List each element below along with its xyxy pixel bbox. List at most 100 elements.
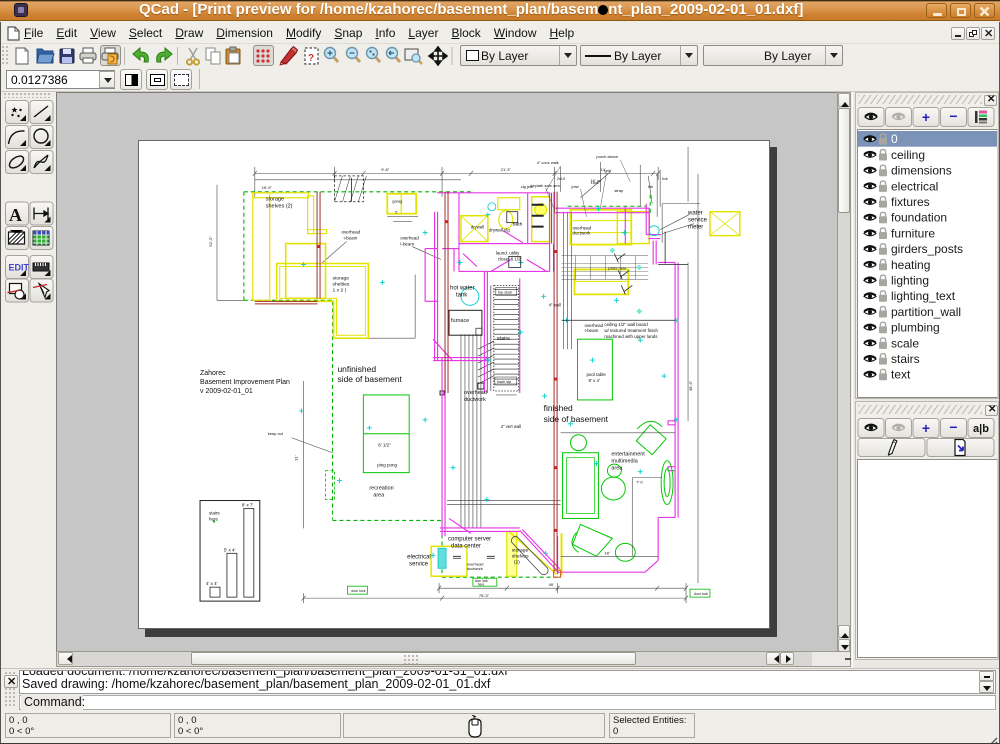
svg-text:ductwork: ductwork	[464, 397, 486, 403]
svg-text:joist: joist	[571, 184, 580, 189]
svg-text:finished: finished	[544, 403, 573, 413]
svg-text:21'-3": 21'-3"	[501, 167, 512, 172]
svg-text:storage: storage	[266, 197, 284, 203]
svg-text:4" vert wall: 4" vert wall	[501, 424, 521, 429]
svg-text:w/ textured treatment finish: w/ textured treatment finish	[604, 328, 658, 333]
svg-text:8' 1/2": 8' 1/2"	[378, 443, 391, 448]
svg-text:strap: strap	[614, 188, 624, 193]
svg-text:ceiling 1/2" wall board: ceiling 1/2" wall board	[604, 322, 648, 327]
svg-text:EDIT: EDIT	[9, 263, 30, 273]
svg-text:lighting: lighting	[891, 274, 929, 288]
svg-text:ductwork: ductwork	[467, 566, 483, 571]
svg-text:52'-3": 52'-3"	[208, 236, 213, 247]
svg-text:lower stp: lower stp	[497, 380, 511, 384]
svg-text:1 x 2 |: 1 x 2 |	[332, 287, 345, 293]
svg-text:service: service	[409, 561, 429, 567]
svg-text:A: A	[9, 205, 22, 225]
svg-text:lighting_text: lighting_text	[891, 289, 956, 303]
svg-text:16'-9": 16'-9"	[262, 185, 273, 190]
svg-text:fixtures: fixtures	[891, 195, 930, 209]
svg-text:5' x 4': 5' x 4'	[224, 547, 236, 552]
svg-text:top stair: top stair	[498, 289, 513, 294]
svg-text:blk: blk	[648, 184, 653, 189]
svg-text:pool table: pool table	[586, 372, 606, 377]
svg-text:stairs: stairs	[891, 352, 920, 366]
svg-text:+: +	[922, 109, 930, 125]
svg-text:door lock: door lock	[351, 589, 365, 593]
svg-text:48'-6": 48'-6"	[688, 380, 693, 391]
svg-text:meter: meter	[688, 225, 703, 231]
svg-text:a|b: a|b	[973, 423, 989, 435]
svg-text:4" conc walk: 4" conc walk	[537, 160, 559, 165]
svg-text:Basement Improvement Plan: Basement Improvement Plan	[200, 379, 290, 386]
svg-text:computer server: computer server	[448, 536, 491, 542]
svg-text:31': 31'	[294, 455, 299, 460]
svg-text:overhead: overhead	[400, 236, 419, 241]
svg-text:(2): (2)	[514, 559, 520, 565]
svg-text:here: here	[209, 516, 218, 521]
svg-text:area: area	[373, 493, 385, 499]
svg-text:−: −	[949, 419, 957, 435]
svg-text:data center: data center	[451, 543, 481, 549]
svg-text:keylath safe arm: keylath safe arm	[531, 183, 561, 188]
svg-text:dimensions: dimensions	[891, 164, 952, 178]
svg-text:side of basement: side of basement	[337, 374, 402, 384]
svg-text:door lock: door lock	[694, 592, 708, 596]
svg-text:hdr: hdr	[662, 176, 668, 181]
svg-text:9'-6": 9'-6"	[381, 167, 389, 172]
svg-text:7'-0: 7'-0	[636, 480, 643, 485]
svg-text:porch above: porch above	[596, 154, 619, 159]
svg-text:stairs: stairs	[497, 336, 510, 342]
svg-text:heating: heating	[891, 258, 930, 272]
svg-text:8' x 4': 8' x 4'	[588, 378, 600, 383]
svg-text:electrical: electrical	[407, 554, 431, 560]
svg-text:joists here: joists here	[607, 265, 627, 270]
svg-text:Zahorec: Zahorec	[200, 370, 226, 377]
svg-text:ceiling: ceiling	[891, 148, 925, 162]
svg-text:4' x 4': 4' x 4'	[206, 581, 218, 586]
svg-text:closet 6 1/2': closet 6 1/2'	[498, 257, 522, 262]
svg-text:hot water: hot water	[450, 285, 475, 291]
svg-text:storage: storage	[332, 275, 349, 281]
svg-text:2x10: 2x10	[557, 176, 566, 181]
svg-text:water: water	[687, 211, 703, 217]
svg-text:?: ?	[308, 53, 314, 64]
svg-text:overhead: overhead	[341, 230, 360, 235]
svg-text:18': 18'	[604, 550, 609, 555]
svg-text:plumbing: plumbing	[891, 321, 940, 335]
svg-text:I-beam: I-beam	[400, 242, 414, 247]
svg-text:partition_wall: partition_wall	[891, 305, 961, 319]
svg-text:49': 49'	[549, 582, 554, 587]
svg-text:area: area	[611, 466, 623, 472]
svg-text:16oc: 16oc	[590, 180, 599, 185]
svg-text:unfinished: unfinished	[337, 364, 376, 374]
svg-text:multimedia: multimedia	[611, 459, 638, 465]
svg-text:v 2009-02-01_01: v 2009-02-01_01	[200, 388, 253, 395]
svg-text:storage: storage	[512, 547, 529, 553]
svg-text:machined with upper lands: machined with upper lands	[604, 334, 658, 339]
svg-text:0: 0	[891, 132, 898, 146]
svg-text:girders_posts: girders_posts	[891, 242, 963, 256]
svg-text:garag: garag	[392, 199, 402, 204]
svg-text:laund. utility: laund. utility	[496, 251, 520, 256]
svg-text:recreation: recreation	[369, 486, 393, 492]
svg-text:I-beam: I-beam	[584, 328, 598, 333]
svg-text:14': 14'	[600, 167, 605, 172]
svg-text:text: text	[891, 368, 911, 382]
svg-text:drywall: drywall	[471, 225, 484, 230]
svg-text:here: here	[478, 583, 485, 587]
svg-text:furniture: furniture	[891, 226, 935, 240]
svg-text:4" wall: 4" wall	[549, 302, 561, 307]
svg-text:ductwork: ductwork	[573, 231, 592, 236]
svg-text:overhead: overhead	[464, 390, 487, 396]
svg-text:shelves (2): shelves (2)	[266, 204, 293, 210]
svg-text:stairs: stairs	[209, 510, 220, 515]
svg-text:service: service	[688, 218, 708, 224]
svg-text:scale: scale	[891, 336, 919, 350]
svg-text:8' x 7': 8' x 7'	[242, 502, 254, 507]
svg-text:entertainment: entertainment	[611, 452, 645, 458]
svg-text:I-beam: I-beam	[343, 236, 357, 241]
svg-text:shelties: shelties	[332, 281, 349, 287]
svg-text:foundation: foundation	[891, 211, 947, 225]
svg-text:furnace: furnace	[451, 318, 469, 324]
